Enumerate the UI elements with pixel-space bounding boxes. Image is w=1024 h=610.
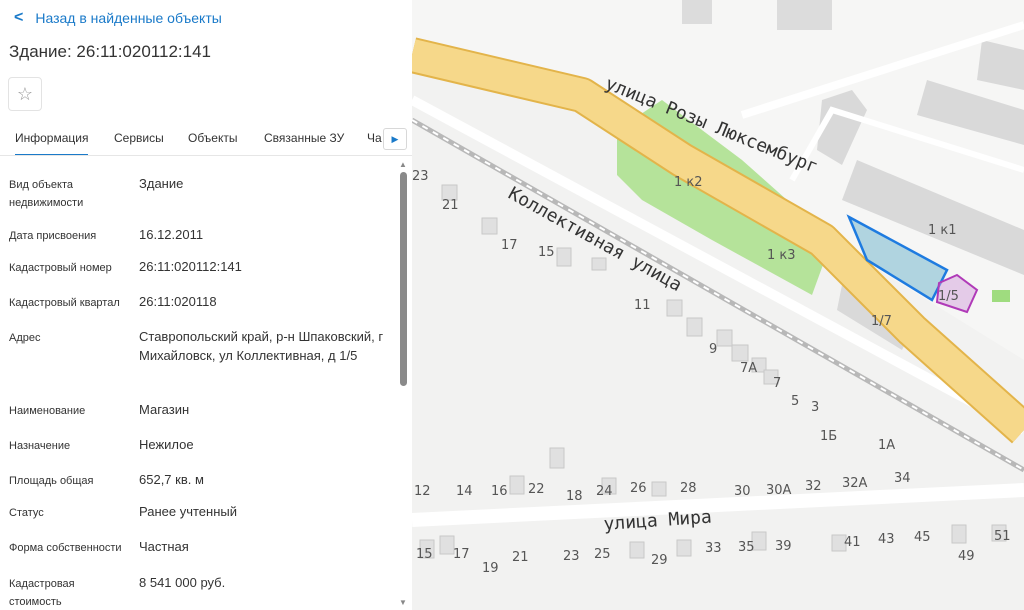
field-label: Вид объекта недвижимости — [9, 179, 84, 209]
house-number: 26 — [630, 481, 647, 496]
field-label: Кадастровая стоимость — [9, 578, 75, 608]
house-number: 45 — [914, 530, 931, 545]
back-link[interactable]: < Назад в найденные объекты — [14, 9, 222, 27]
house-number: 16 — [491, 484, 508, 499]
house-number: 17 — [501, 238, 518, 253]
page-title: Здание: 26:11:020112:141 — [9, 42, 211, 61]
field-label: Назначение — [9, 440, 71, 452]
house-number: 19 — [482, 561, 499, 576]
field-value: Ставропольский край, р-н Шпаковский, г М… — [139, 329, 384, 363]
field-label: Кадастровый квартал — [9, 297, 120, 309]
tab-services[interactable]: Сервисы — [114, 131, 164, 145]
house-number: 29 — [651, 553, 668, 568]
house-number: 1 к1 — [928, 223, 957, 238]
house-number: 18 — [566, 489, 583, 504]
chevron-right-icon: ▶ — [391, 133, 399, 144]
house-number: 43 — [878, 532, 895, 547]
field-label: Площадь общая — [9, 475, 94, 487]
house-number: 32 — [805, 479, 822, 494]
field-value: 8 541 000 руб. — [139, 575, 226, 590]
favorite-button[interactable]: ☆ — [8, 77, 42, 111]
house-number: 1А — [878, 438, 895, 453]
green-patch — [992, 290, 1010, 302]
house-number: 23 — [412, 169, 429, 184]
tab-related-parcels[interactable]: Связанные ЗУ — [264, 131, 344, 145]
house-number: 39 — [775, 539, 792, 554]
house-number: 30 — [734, 484, 751, 499]
field-label: Адрес — [9, 332, 41, 344]
field-label: Статус — [9, 507, 44, 519]
field-value: Здание — [139, 176, 184, 191]
house-number: 49 — [958, 549, 975, 564]
field-value: Магазин — [139, 402, 190, 417]
house-number: 9 — [709, 342, 717, 357]
field-value: Ранее учтенный — [139, 504, 237, 519]
selected-house-number: 1/5 — [938, 289, 959, 304]
tab-parts[interactable]: Ча — [367, 131, 382, 145]
house-number: 1/7 — [871, 314, 892, 329]
building — [682, 0, 712, 24]
back-link-label: Назад в найденные объекты — [35, 10, 222, 26]
house-number: 22 — [528, 482, 545, 497]
house-number: 15 — [416, 547, 433, 562]
map-canvas[interactable]: улица Розы Люксембург Коллективная улица… — [412, 0, 1024, 610]
house-number: 12 — [414, 484, 431, 499]
house-number: 1Б — [820, 429, 837, 444]
house-number: 24 — [596, 484, 613, 499]
house-number: 17 — [453, 547, 470, 562]
house-number: 41 — [844, 535, 861, 550]
house-number: 15 — [538, 245, 555, 260]
scroll-down-icon[interactable]: ▼ — [399, 598, 407, 607]
house-number: 51 — [994, 529, 1011, 544]
house-number: 3 — [811, 400, 819, 415]
tab-bar: Информация Сервисы Объекты Связанные ЗУ … — [0, 124, 412, 156]
house-number: 21 — [512, 550, 529, 565]
house-number: 34 — [894, 471, 911, 486]
field-label: Форма собственности — [9, 542, 122, 554]
house-number: 28 — [680, 481, 697, 496]
house-number: 1 к3 — [767, 248, 796, 263]
field-value: 16.12.2011 — [139, 227, 204, 242]
house-number: 32А — [842, 476, 868, 491]
house-number: 14 — [456, 484, 473, 499]
house-number: 7 — [773, 376, 781, 391]
house-number: 33 — [705, 541, 722, 556]
field-value: 652,7 кв. м — [139, 472, 204, 487]
house-number: 21 — [442, 198, 459, 213]
map-view[interactable]: улица Розы Люксембург Коллективная улица… — [412, 0, 1024, 610]
scrollbar-thumb[interactable] — [400, 172, 407, 386]
info-panel: < Назад в найденные объекты Здание: 26:1… — [0, 0, 412, 610]
house-number: 30А — [766, 483, 792, 498]
house-number: 5 — [791, 394, 799, 409]
house-number: 25 — [594, 547, 611, 562]
house-number: 1 к2 — [674, 175, 703, 190]
field-label: Наименование — [9, 405, 86, 417]
field-value: Нежилое — [139, 437, 194, 452]
house-number: 7А — [740, 361, 757, 376]
field-value: 26:11:020118 — [139, 294, 217, 309]
field-value: Частная — [139, 539, 189, 554]
field-label: Дата присвоения — [9, 230, 97, 242]
chevron-left-icon: < — [14, 9, 24, 26]
field-label: Кадастровый номер — [9, 262, 112, 274]
tab-info[interactable]: Информация — [15, 131, 89, 155]
tab-objects[interactable]: Объекты — [188, 131, 238, 145]
house-number: 23 — [563, 549, 580, 564]
scroll-up-icon[interactable]: ▲ — [399, 160, 407, 169]
house-number: 11 — [634, 298, 651, 313]
tabs-scroll-right-button[interactable]: ▶ — [383, 128, 407, 150]
building — [777, 0, 832, 30]
house-number: 35 — [738, 540, 755, 555]
field-value: 26:11:020112:141 — [139, 259, 242, 274]
star-icon: ☆ — [16, 83, 34, 104]
